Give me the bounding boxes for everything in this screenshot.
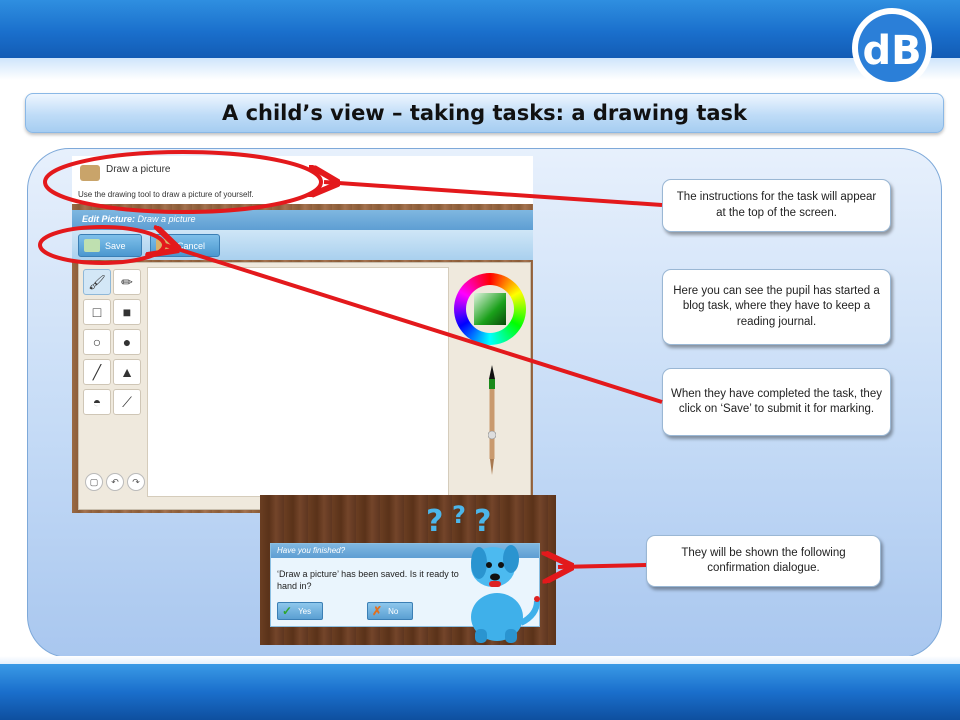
yes-button-label: Yes	[298, 606, 312, 616]
cross-icon: ✗	[372, 604, 383, 618]
tool-palette: 🖌 ✏ □ ■ ○ ● ╱ ▲ ◓ ⟋	[83, 269, 145, 434]
brush-tool-icon[interactable]: 🖌	[83, 269, 111, 295]
slide-title-bar: A child’s view – taking tasks: a drawing…	[25, 93, 944, 133]
edit-picture-header: Edit Picture: Draw a picture	[72, 210, 533, 230]
no-button[interactable]: ✗ No	[367, 602, 413, 620]
callout-save: When they have completed the task, they …	[662, 368, 891, 436]
circle-outline-tool-icon[interactable]: ○	[83, 329, 111, 355]
no-button-label: No	[388, 606, 399, 616]
clear-icon[interactable]: ▢	[85, 473, 103, 491]
slide-title: A child’s view – taking tasks: a drawing…	[222, 101, 747, 125]
line-tool-icon[interactable]: ╱	[83, 359, 111, 385]
instructions-text: Use the drawing tool to draw a picture o…	[78, 190, 254, 199]
square-filled-tool-icon[interactable]: ■	[113, 299, 141, 325]
drawing-workspace: 🖌 ✏ □ ■ ○ ● ╱ ▲ ◓ ⟋ ▢ ↶ ↷	[78, 262, 531, 510]
square-outline-tool-icon[interactable]: □	[83, 299, 111, 325]
undo-icon[interactable]: ↶	[106, 473, 124, 491]
callout-instructions: The instructions for the task will appea…	[662, 179, 891, 232]
save-button[interactable]: Save	[78, 234, 142, 257]
brush-size-slider[interactable]	[488, 365, 496, 475]
dog-mascot	[471, 545, 540, 643]
color-wheel[interactable]	[454, 273, 526, 345]
eyedropper-tool-icon[interactable]: ⟋	[113, 389, 141, 415]
cancel-button-label: Cancel	[177, 240, 206, 251]
yes-button[interactable]: ✓ Yes	[277, 602, 323, 620]
drawing-canvas[interactable]	[147, 267, 449, 497]
dialog-message: ‘Draw a picture’ has been saved. Is it r…	[277, 569, 459, 591]
dialog-header-text: Have you finished?	[277, 546, 346, 555]
save-icon	[84, 239, 100, 252]
callout-blog-task: Here you can see the pupil has started a…	[662, 269, 891, 345]
color-picker-square[interactable]	[474, 293, 506, 325]
cancel-icon	[156, 239, 172, 252]
svg-text:?: ?	[426, 504, 443, 537]
circle-filled-tool-icon[interactable]: ●	[113, 329, 141, 355]
edit-header-value: Draw a picture	[137, 214, 196, 224]
fill-bucket-tool-icon[interactable]: ◓	[83, 389, 111, 415]
drawing-app-screenshot: Draw a picture Use the drawing tool to d…	[72, 156, 533, 513]
editor-toolbar: Save Cancel	[72, 230, 533, 260]
instructions-area: Draw a picture Use the drawing tool to d…	[72, 156, 533, 204]
spray-tool-icon[interactable]: ▲	[113, 359, 141, 385]
edit-header-label: Edit Picture:	[82, 214, 136, 224]
cancel-button[interactable]: Cancel	[150, 234, 220, 257]
instructions-title: Draw a picture	[106, 164, 171, 175]
task-icon	[80, 165, 100, 181]
db-logo: dB	[852, 8, 932, 88]
top-banner-swoosh	[0, 58, 960, 80]
confirmation-dialog-screenshot: ? ? ? Have you finished? ‘Draw a picture…	[260, 495, 556, 645]
save-button-label: Save	[105, 240, 126, 251]
redo-icon[interactable]: ↷	[127, 473, 145, 491]
bottom-banner	[0, 664, 960, 720]
callout-confirmation: They will be shown the following confirm…	[646, 535, 881, 587]
svg-text:dB: dB	[862, 28, 921, 74]
history-controls: ▢ ↶ ↷	[85, 473, 145, 491]
pencil-tool-icon[interactable]: ✏	[113, 269, 141, 295]
checkmark-icon: ✓	[282, 604, 293, 618]
